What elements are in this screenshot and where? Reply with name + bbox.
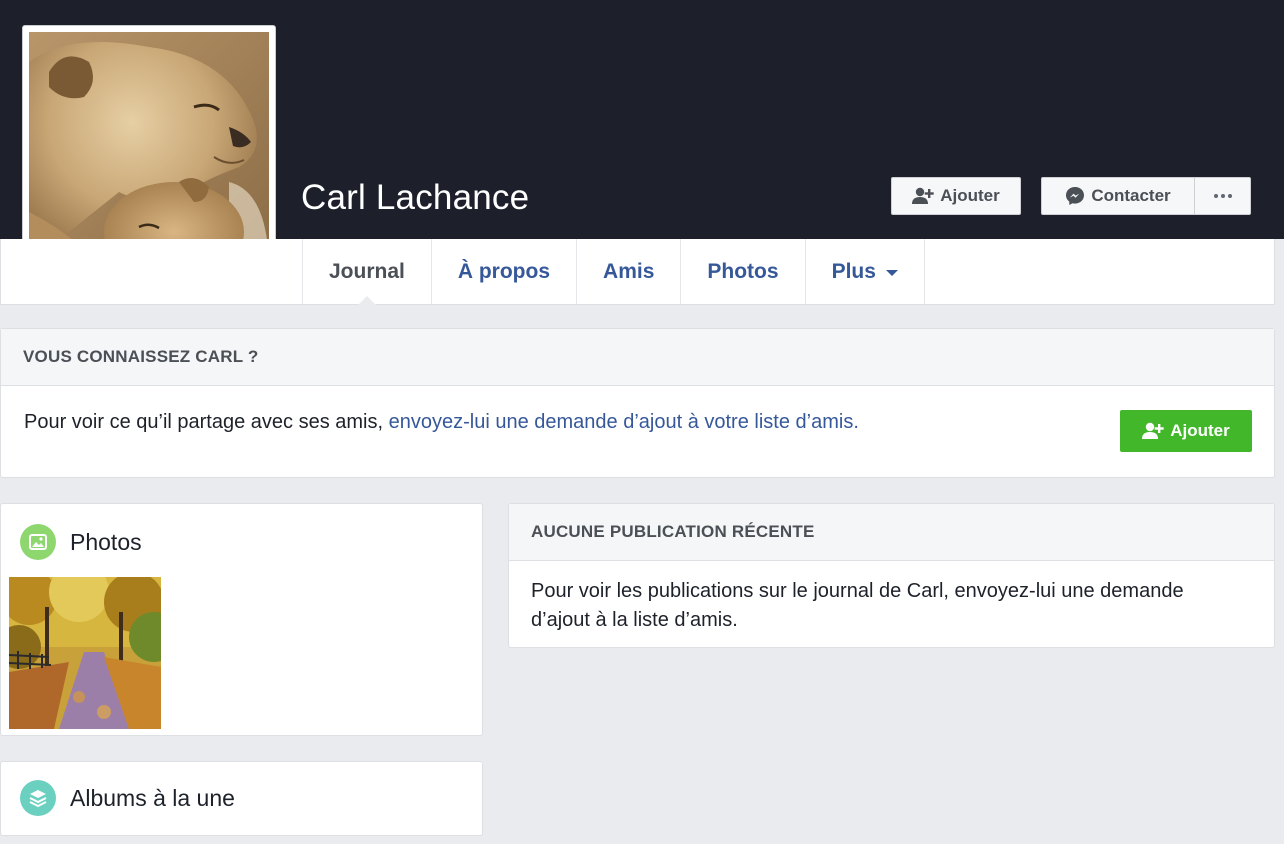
- tab-photos[interactable]: Photos: [680, 239, 804, 304]
- albums-title: Albums à la une: [70, 784, 235, 811]
- tab-label: Photos: [707, 259, 779, 283]
- send-request-link[interactable]: envoyez-lui une demande d’ajout à votre …: [389, 411, 859, 433]
- add-friend-label: Ajouter: [940, 186, 1000, 205]
- profile-nav-bar: Journal À propos Amis Photos Plus: [0, 239, 1275, 305]
- profile-name: Carl Lachance: [301, 178, 530, 217]
- recent-card-text: Pour voir les publications sur le journa…: [531, 580, 1184, 631]
- add-friend-icon: [912, 187, 934, 204]
- add-friend-green-button[interactable]: Ajouter: [1120, 410, 1252, 452]
- photos-title: Photos: [70, 528, 142, 555]
- tab-label: Plus: [831, 259, 876, 283]
- tab-a-propos[interactable]: À propos: [430, 239, 576, 304]
- contact-label: Contacter: [1091, 186, 1171, 205]
- more-options-button[interactable]: [1194, 177, 1251, 215]
- more-dots-icon: [1213, 194, 1232, 198]
- know-card-text: Pour voir ce qu’il partage avec ses amis…: [24, 411, 859, 434]
- tab-plus[interactable]: Plus: [804, 239, 925, 304]
- tab-label: À propos: [457, 259, 551, 283]
- add-friend-button[interactable]: Ajouter: [891, 177, 1021, 215]
- photos-card: Photos: [0, 503, 483, 736]
- profile-tabs: Journal À propos Amis Photos Plus: [302, 239, 925, 305]
- featured-albums-card: Albums à la une: [0, 761, 483, 836]
- messenger-icon: [1066, 187, 1085, 205]
- layers-icon: [20, 780, 56, 816]
- add-friend-icon: [1142, 422, 1164, 439]
- contact-button[interactable]: Contacter: [1041, 177, 1195, 215]
- no-recent-posts-card: AUCUNE PUBLICATION RÉCENTE Pour voir les…: [508, 503, 1275, 648]
- photos-section-title[interactable]: Photos: [20, 524, 142, 560]
- autumn-forest-path-photo[interactable]: [9, 577, 161, 729]
- albums-section-title[interactable]: Albums à la une: [20, 780, 235, 816]
- know-card-text-prefix: Pour voir ce qu’il partage avec ses amis…: [24, 411, 389, 433]
- lioness-and-cub-photo: [29, 32, 269, 272]
- know-card-title: VOUS CONNAISSEZ CARL ?: [1, 329, 1274, 386]
- recent-card-title: AUCUNE PUBLICATION RÉCENTE: [509, 504, 1274, 561]
- tab-label: Journal: [329, 259, 405, 283]
- photo-icon: [20, 524, 56, 560]
- know-carl-card: VOUS CONNAISSEZ CARL ? Pour voir ce qu’i…: [0, 328, 1275, 478]
- tab-label: Amis: [603, 259, 655, 283]
- tab-amis[interactable]: Amis: [576, 239, 680, 304]
- add-friend-green-label: Ajouter: [1170, 421, 1230, 440]
- tab-journal[interactable]: Journal: [302, 239, 431, 305]
- caret-down-icon: [885, 269, 898, 276]
